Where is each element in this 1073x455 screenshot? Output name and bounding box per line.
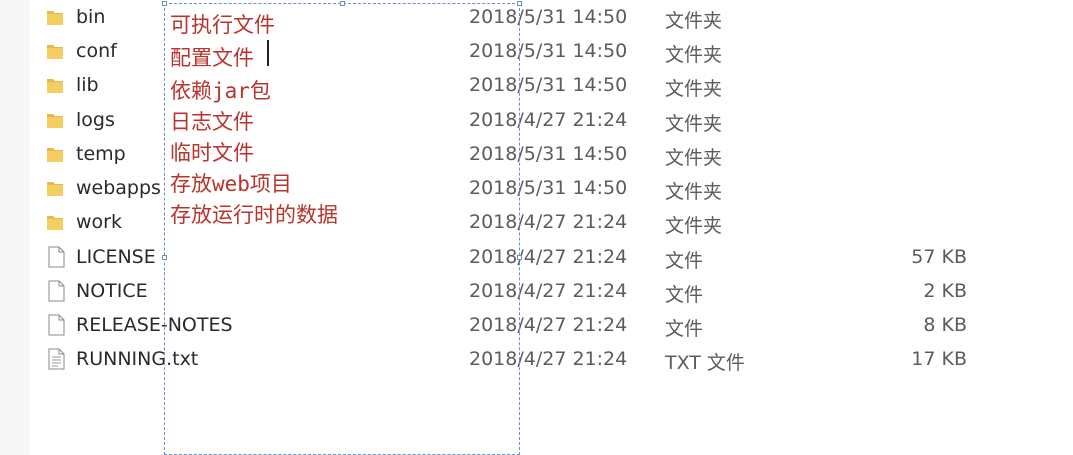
resize-handle-top-right[interactable] bbox=[517, 1, 522, 6]
file-icon bbox=[48, 314, 65, 336]
file-size: 8 KB bbox=[923, 314, 967, 336]
file-type: TXT 文件 bbox=[665, 352, 745, 374]
file-name: work bbox=[76, 211, 122, 233]
folder-icon bbox=[47, 216, 63, 230]
folder-icon bbox=[47, 114, 63, 128]
folder-icon bbox=[47, 148, 63, 162]
file-name: bin bbox=[76, 6, 106, 28]
file-type: 文件夹 bbox=[665, 215, 723, 237]
annotation-note: 临时文件 bbox=[170, 141, 254, 165]
annotation-note: 存放web项目 bbox=[170, 172, 292, 196]
resize-handle-top-center[interactable] bbox=[340, 1, 345, 6]
file-size: 57 KB bbox=[911, 246, 967, 268]
folder-icon bbox=[47, 182, 63, 196]
file-type: 文件夹 bbox=[665, 10, 723, 32]
left-panel-edge bbox=[0, 0, 30, 455]
resize-handle-middle-right[interactable] bbox=[517, 255, 522, 260]
file-type: 文件夹 bbox=[665, 113, 723, 135]
resize-handle-top-left[interactable] bbox=[162, 1, 167, 6]
text-file-icon bbox=[48, 348, 65, 370]
annotation-note: 配置文件 bbox=[170, 46, 254, 70]
file-icon bbox=[48, 246, 65, 268]
file-icon bbox=[48, 280, 65, 302]
annotation-note: 日志文件 bbox=[170, 110, 254, 134]
file-name: lib bbox=[76, 74, 99, 96]
file-name: logs bbox=[76, 109, 115, 131]
file-name: webapps bbox=[76, 177, 161, 199]
file-name: LICENSE bbox=[76, 246, 156, 268]
annotation-note: 可执行文件 bbox=[170, 13, 275, 37]
text-caret bbox=[267, 40, 269, 66]
file-type: 文件 bbox=[665, 318, 704, 340]
file-type: 文件夹 bbox=[665, 44, 723, 66]
file-type: 文件夹 bbox=[665, 147, 723, 169]
annotation-note: 存放运行时的数据 bbox=[170, 203, 338, 227]
resize-handle-middle-left[interactable] bbox=[162, 255, 167, 260]
file-name: NOTICE bbox=[76, 280, 148, 302]
folder-icon bbox=[47, 11, 63, 25]
folder-icon bbox=[47, 79, 63, 93]
file-type: 文件夹 bbox=[665, 181, 723, 203]
file-type: 文件 bbox=[665, 250, 704, 272]
annotation-note: 依赖jar包 bbox=[170, 79, 271, 103]
file-size: 17 KB bbox=[911, 348, 967, 370]
file-name: conf bbox=[76, 40, 117, 62]
file-type: 文件 bbox=[665, 284, 704, 306]
file-type: 文件夹 bbox=[665, 78, 723, 100]
file-name: temp bbox=[76, 143, 126, 165]
folder-icon bbox=[47, 45, 63, 59]
file-size: 2 KB bbox=[923, 280, 967, 302]
